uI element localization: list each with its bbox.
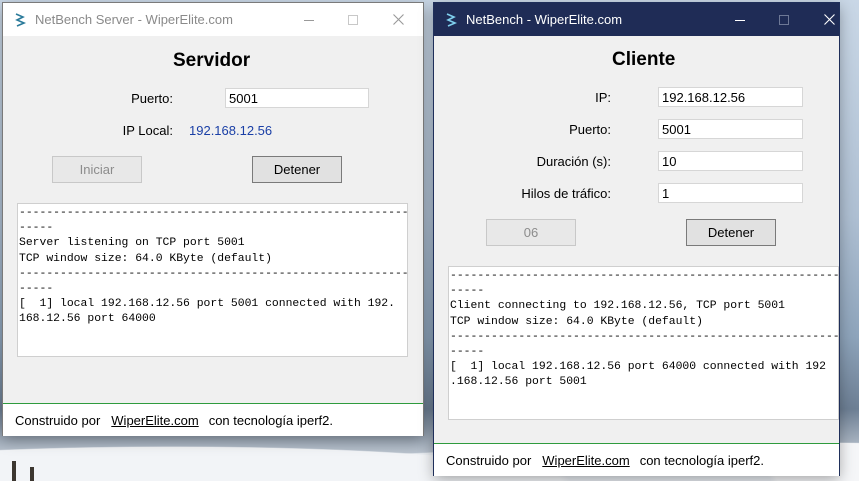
page-title: Cliente <box>612 49 676 70</box>
log-line: ----------------------------------------… <box>19 267 408 280</box>
duration-input[interactable]: 10 <box>658 151 803 171</box>
maximize-icon <box>779 14 789 25</box>
window-title: NetBench Server - WiperElite.com <box>35 12 233 27</box>
start-button[interactable]: Iniciar <box>52 156 142 183</box>
window-title: NetBench - WiperElite.com <box>466 12 623 27</box>
log-line: [ 1] local 192.168.12.56 port 64000 conn… <box>450 361 826 374</box>
background-tree <box>30 467 34 481</box>
server-window: NetBench Server - WiperElite.com Servido… <box>3 3 423 436</box>
close-icon <box>392 14 404 25</box>
minimize-icon <box>304 19 314 21</box>
log-line: ----- <box>450 346 485 359</box>
port-input[interactable]: 5001 <box>658 119 803 139</box>
threads-label: Hilos de tráfico: <box>521 186 611 201</box>
server-log[interactable]: ----------------------------------------… <box>17 203 408 357</box>
minimize-button[interactable] <box>718 3 762 36</box>
log-line: Server listening on TCP port 5001 <box>19 237 245 250</box>
footer: Construido por WiperElite.com con tecnol… <box>434 443 839 476</box>
log-line: ----------------------------------------… <box>450 330 839 343</box>
client-titlebar[interactable]: NetBench - WiperElite.com <box>434 3 839 36</box>
log-line: [ 1] local 192.168.12.56 port 5001 conne… <box>19 298 395 311</box>
local-ip-value: 192.168.12.56 <box>189 123 273 138</box>
port-input[interactable]: 5001 <box>225 88 369 108</box>
app-icon <box>444 12 458 28</box>
log-line: TCP window size: 64.0 KByte (default) <box>19 252 272 265</box>
threads-input[interactable]: 1 <box>658 183 803 203</box>
log-line: ----- <box>450 285 485 298</box>
port-label: Puerto: <box>131 91 173 106</box>
client-window: NetBench - WiperElite.com Cliente IP: 19… <box>434 3 839 476</box>
footer-prefix: Construido por <box>15 412 101 428</box>
wiperelite-link[interactable]: WiperElite.com <box>111 413 198 428</box>
footer: Construido por WiperElite.com con tecnol… <box>3 403 423 436</box>
maximize-icon <box>348 14 358 25</box>
ip-label: IP: <box>595 90 611 105</box>
app-icon <box>13 12 27 28</box>
close-button[interactable] <box>807 3 851 36</box>
server-titlebar[interactable]: NetBench Server - WiperElite.com <box>3 3 423 36</box>
background-tree <box>12 461 16 481</box>
stop-button[interactable]: Detener <box>252 156 342 183</box>
close-icon <box>823 14 835 25</box>
log-line: ----------------------------------------… <box>19 207 408 219</box>
footer-suffix: con tecnología iperf2. <box>208 412 334 428</box>
minimize-icon <box>735 19 745 21</box>
maximize-button[interactable] <box>762 3 806 36</box>
ip-input[interactable]: 192.168.12.56 <box>658 87 803 107</box>
log-line: Client connecting to 192.168.12.56, TCP … <box>450 300 785 313</box>
log-line: ----------------------------------------… <box>450 270 839 282</box>
port-label: Puerto: <box>569 122 611 137</box>
log-line: ----- <box>19 222 54 235</box>
page-title: Servidor <box>173 50 251 71</box>
local-ip-label: IP Local: <box>122 123 173 138</box>
client-log[interactable]: ----------------------------------------… <box>448 266 839 420</box>
footer-suffix: con tecnología iperf2. <box>639 452 765 468</box>
minimize-button[interactable] <box>287 3 331 36</box>
countdown-button[interactable]: 06 <box>486 219 576 246</box>
maximize-button[interactable] <box>331 3 375 36</box>
log-line: .168.12.56 port 5001 <box>450 376 587 389</box>
footer-prefix: Construido por <box>446 452 532 468</box>
log-line: TCP window size: 64.0 KByte (default) <box>450 315 703 328</box>
log-line: 168.12.56 port 64000 <box>19 313 156 326</box>
stop-button[interactable]: Detener <box>686 219 776 246</box>
wiperelite-link[interactable]: WiperElite.com <box>542 453 629 468</box>
log-line: ----- <box>19 283 54 296</box>
close-button[interactable] <box>376 3 420 36</box>
duration-label: Duración (s): <box>536 154 611 169</box>
